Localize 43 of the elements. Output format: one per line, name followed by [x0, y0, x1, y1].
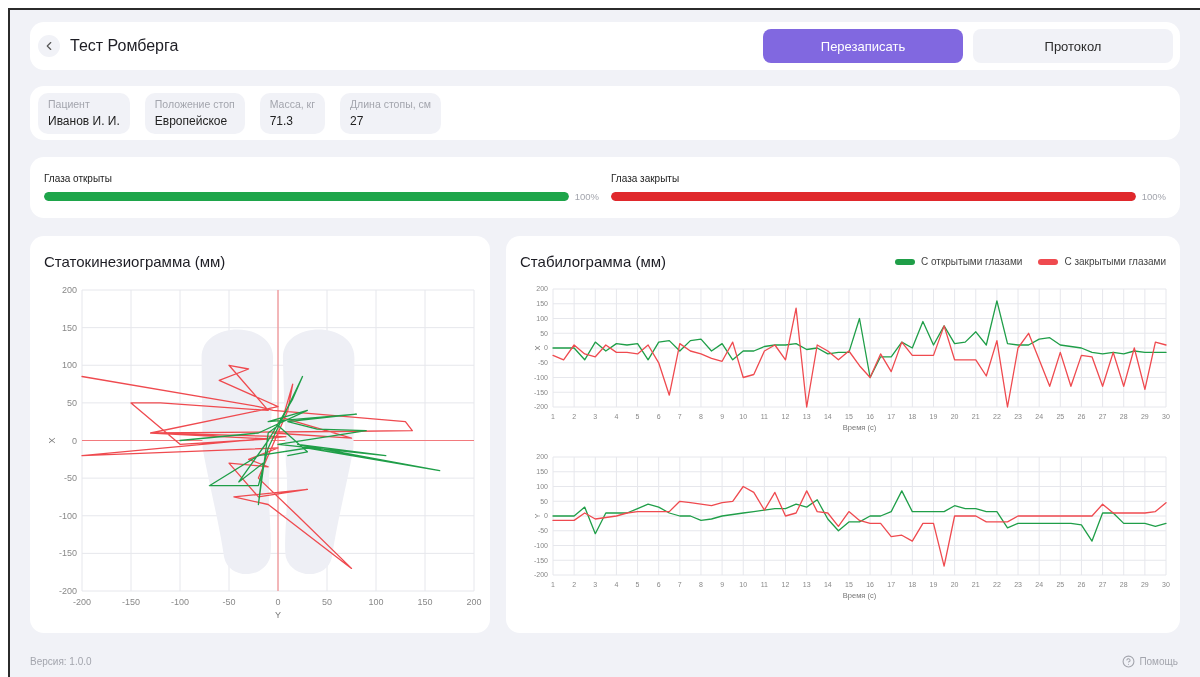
page-title: Тест Ромберга	[70, 37, 180, 55]
info-label: Масса, кг	[269, 97, 315, 110]
axis-tick-label: -50	[222, 597, 236, 607]
axis-tick-label: 0	[275, 597, 281, 607]
axis-tick-label: 200	[466, 597, 482, 607]
info-value: Европейское	[154, 113, 229, 128]
axis-tick-label: -100	[59, 510, 77, 521]
progress-label: Глаза закрыты	[611, 173, 681, 184]
info-value: 71.3	[269, 113, 295, 128]
info-label: Длина стопы, см	[350, 97, 431, 110]
protocol-button[interactable]: Протокол	[973, 29, 1173, 63]
version-text: Версия: 1.0.0	[30, 656, 92, 667]
info-label: Положение стоп	[154, 97, 235, 110]
chart-title: Стабилограмма (мм)	[520, 253, 666, 270]
info-value: Иванов И. И.	[48, 113, 120, 128]
back-button[interactable]	[38, 35, 60, 57]
axis-tick-label: -150	[59, 548, 77, 559]
axis-tick-label: -50	[64, 473, 77, 484]
axis-tick-label: 100	[61, 360, 77, 371]
axis-tick-label: -200	[59, 586, 77, 596]
axis-tick-label: -150	[122, 597, 140, 607]
progress-reading: 100%	[574, 191, 599, 202]
rerecord-button[interactable]: Перезаписать	[763, 29, 963, 63]
legend-label: С открытыми глазами	[921, 256, 1023, 267]
axis-tick-label: 150	[417, 597, 433, 607]
axis-title: Y	[275, 610, 281, 620]
axis-tick-label: -100	[171, 597, 189, 607]
progress-reading: 100%	[1141, 191, 1166, 202]
axis-title: X	[47, 437, 57, 444]
axis-tick-label: -200	[73, 597, 91, 607]
info-value: 27	[350, 113, 365, 128]
axis-tick-label: 50	[322, 597, 332, 607]
info-label: Пациент	[48, 97, 91, 110]
axis-tick-label: 50	[67, 397, 77, 408]
help-icon	[1122, 655, 1136, 668]
legend-label: С закрытыми глазами	[1064, 256, 1166, 267]
chart-title: Статокинезиограмма (мм)	[44, 253, 226, 270]
axis-tick-label: 100	[368, 597, 384, 607]
axis-tick-label: 0	[72, 435, 77, 446]
help-link[interactable]: Помощь	[1122, 655, 1178, 668]
axis-tick-label: 150	[61, 322, 77, 333]
axis-tick-label: 200	[61, 285, 77, 295]
progress-label: Глаза открыты	[44, 173, 113, 184]
